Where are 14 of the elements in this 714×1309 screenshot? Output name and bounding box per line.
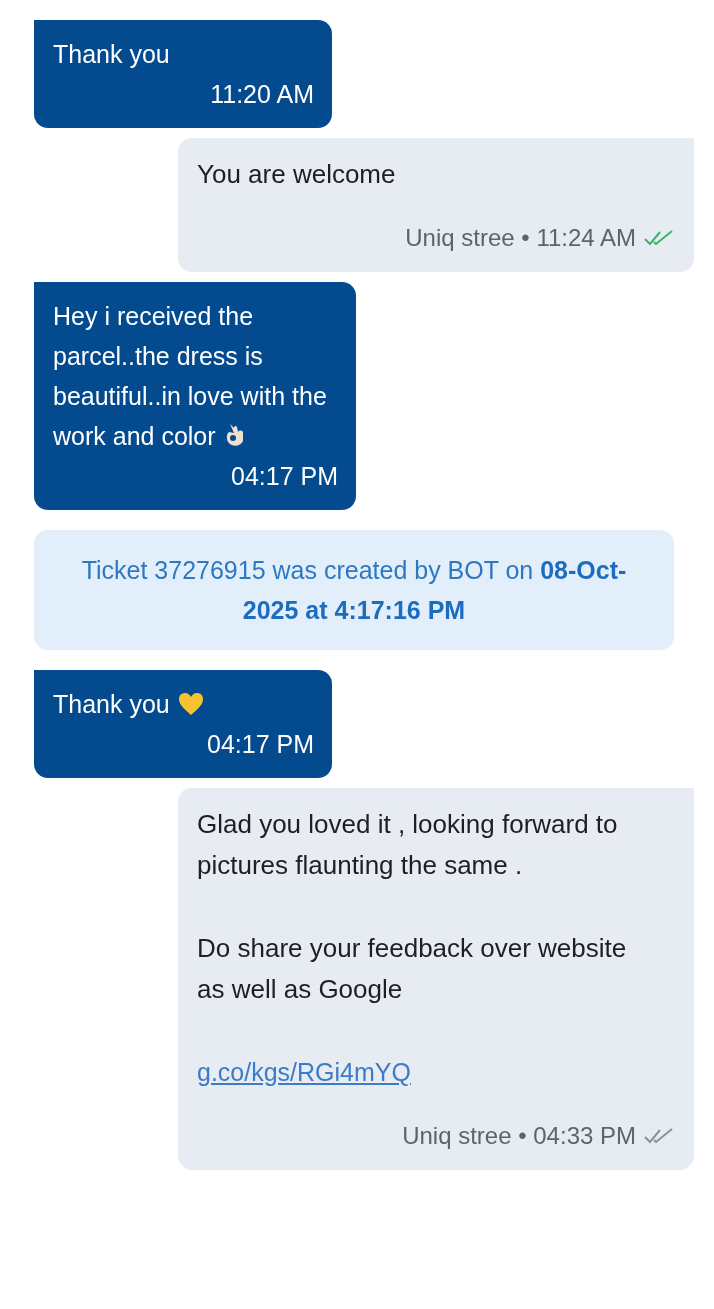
message-time: 04:17 PM [206, 729, 314, 760]
message-text: Hey i received the parcel..the dress is beautiful..in love with the work and color [53, 301, 328, 452]
message-time: 11:20 AM [209, 79, 314, 110]
sender-and-time: Uniq stree • 11:24 AM [405, 223, 636, 253]
message-text: Glad you loved it , looking forward to pictures flaunting the same . [197, 808, 619, 882]
message-text: Thank you [53, 684, 314, 724]
message-time: 04:17 PM [230, 461, 338, 492]
sender-and-time: Uniq stree • 04:33 PM [402, 1121, 636, 1151]
heart-icon [177, 692, 204, 716]
message-text: You are welcome [197, 158, 397, 191]
message-link[interactable]: g.co/kgs/RGi4mYQ [197, 1052, 411, 1093]
system-notice: Ticket 37276915 was created by BOT on 08-Oct-2025 at 4:17:16 PM [34, 530, 674, 650]
message-text: Thank you [53, 39, 171, 70]
message-text: Do share your feedback over website as well as Google [197, 932, 628, 1006]
